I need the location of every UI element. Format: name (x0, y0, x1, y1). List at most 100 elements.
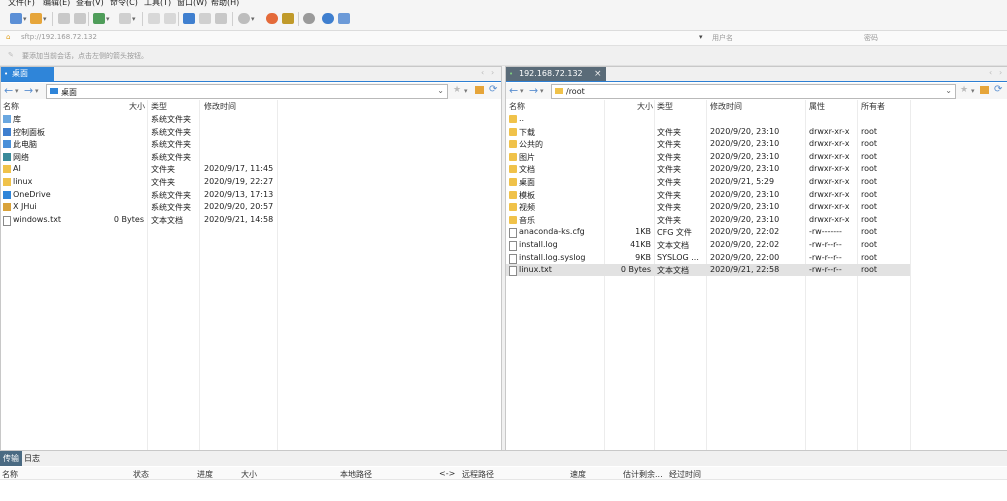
col-modified[interactable]: 修改时间 (204, 101, 236, 112)
list-item[interactable]: 下载 文件夹 2020/9/20, 23:10 drwxr-xr-x root (506, 126, 910, 138)
transfer-icon[interactable] (183, 13, 195, 24)
col-attributes[interactable]: 属性 (809, 101, 825, 112)
tab-remote-host[interactable]: • 192.168.72.132 × (506, 67, 606, 81)
menu-command[interactable]: 命令(C) (110, 0, 138, 8)
refresh-icon[interactable]: ⟳ (489, 84, 497, 95)
col-type[interactable]: 类型 (151, 101, 167, 112)
script-icon[interactable] (266, 13, 278, 24)
chevron-down-icon[interactable]: ▾ (520, 87, 524, 95)
document-icon[interactable] (148, 13, 160, 24)
document-icon[interactable] (164, 13, 176, 24)
tab-log[interactable]: 日志 (24, 451, 40, 466)
gear-icon[interactable] (303, 13, 315, 24)
record-icon[interactable] (238, 13, 250, 24)
col-name[interactable]: 名称 (2, 469, 18, 480)
open-folder-icon[interactable] (30, 13, 42, 24)
forward-icon[interactable]: → (529, 84, 538, 97)
col-status[interactable]: 状态 (133, 469, 149, 480)
list-item[interactable]: 模板 文件夹 2020/9/20, 23:10 drwxr-xr-x root (506, 189, 910, 201)
list-item[interactable]: 控制面板 系统文件夹 (1, 126, 501, 138)
list-item[interactable]: 库 系统文件夹 (1, 113, 501, 125)
tab-local-desktop[interactable]: • 桌面 (1, 67, 54, 81)
chevron-down-icon[interactable]: ▾ (132, 15, 136, 23)
chevron-down-icon[interactable]: ▾ (35, 87, 39, 95)
col-local-path[interactable]: 本地路径 (340, 469, 372, 480)
bookmark-icon[interactable]: ⌂ (6, 33, 10, 41)
tab-transfers[interactable]: 传输 (0, 451, 22, 466)
menu-file[interactable]: 文件(F) (8, 0, 35, 8)
list-item[interactable]: 此电脑 系统文件夹 (1, 138, 501, 150)
list-item[interactable]: .. (506, 113, 910, 125)
col-name[interactable]: 名称 (509, 101, 525, 112)
chat-icon[interactable] (338, 13, 350, 24)
chevron-down-icon[interactable]: ⌄ (437, 86, 444, 95)
folder-up-icon[interactable] (475, 86, 484, 94)
col-speed[interactable]: 速度 (570, 469, 586, 480)
col-elapsed[interactable]: 经过时间 (669, 469, 701, 480)
host-input[interactable]: sftp://192.168.72.132 (21, 33, 97, 41)
tab-scroll-left-icon[interactable]: ‹ (989, 68, 992, 77)
chevron-down-icon[interactable]: ▾ (43, 15, 47, 23)
local-path-field[interactable]: 桌面 ⌄ (46, 84, 448, 99)
back-icon[interactable]: ← (509, 84, 518, 97)
list-item[interactable]: 视频 文件夹 2020/9/20, 23:10 drwxr-xr-x root (506, 201, 910, 213)
refresh-icon[interactable]: ⟳ (994, 84, 1002, 95)
col-size[interactable]: 大小 (637, 101, 653, 112)
new-session-icon[interactable] (10, 13, 22, 24)
help-icon[interactable] (322, 13, 334, 24)
menu-edit[interactable]: 编辑(E) (43, 0, 70, 8)
tab-scroll-right-icon[interactable]: › (491, 68, 494, 77)
col-owner[interactable]: 所有者 (861, 101, 885, 112)
menu-window[interactable]: 窗口(W) (177, 0, 207, 8)
copy-icon[interactable] (58, 13, 70, 24)
close-icon[interactable]: × (594, 67, 602, 81)
col-name[interactable]: 名称 (3, 101, 19, 112)
list-item[interactable]: AI 文件夹 2020/9/17, 11:45 (1, 163, 501, 175)
tab-scroll-left-icon[interactable]: ‹ (481, 68, 484, 77)
col-direction[interactable]: <-> (439, 469, 455, 478)
remote-path-field[interactable]: /root ⌄ (551, 84, 956, 99)
col-type[interactable]: 类型 (657, 101, 673, 112)
folder-up-icon[interactable] (980, 86, 989, 94)
list-item[interactable]: 文档 文件夹 2020/9/20, 23:10 drwxr-xr-x root (506, 163, 910, 175)
list-item[interactable]: linux 文件夹 2020/9/19, 22:27 (1, 176, 501, 188)
username-input[interactable]: 用户名 (712, 33, 733, 43)
window-icon[interactable] (119, 13, 131, 24)
back-icon[interactable]: ← (4, 84, 13, 97)
star-icon[interactable]: ★ (453, 85, 461, 95)
col-size[interactable]: 大小 (241, 469, 257, 480)
chevron-down-icon[interactable]: ▾ (106, 15, 110, 23)
col-remote-path[interactable]: 远程路径 (462, 469, 494, 480)
menu-tools[interactable]: 工具(T) (144, 0, 171, 8)
list-item[interactable]: 音乐 文件夹 2020/9/20, 23:10 drwxr-xr-x root (506, 214, 910, 226)
chevron-down-icon[interactable]: ▾ (540, 87, 544, 95)
star-icon[interactable]: ★ (960, 85, 968, 95)
col-size[interactable]: 大小 (129, 101, 145, 112)
col-progress[interactable]: 进度 (197, 469, 213, 480)
chevron-down-icon[interactable]: ▾ (971, 87, 975, 95)
chevron-down-icon[interactable]: ▾ (15, 87, 19, 95)
list-item[interactable]: X JHui 系统文件夹 2020/9/20, 20:57 (1, 201, 501, 213)
list-item[interactable]: install.log 41KB 文本文档 2020/9/20, 22:02 -rw-r… (506, 239, 910, 251)
password-input[interactable]: 密码 (864, 33, 878, 43)
terminal-icon[interactable] (93, 13, 105, 24)
list-item[interactable]: linux.txt 0 Bytes 文本文档 2020/9/21, 22:58 -rw-… (506, 264, 910, 277)
col-eta[interactable]: 估计剩余... (623, 469, 663, 480)
host-dropdown-icon[interactable]: ▾ (699, 33, 703, 41)
list-item[interactable]: 公共的 文件夹 2020/9/20, 23:10 drwxr-xr-x root (506, 138, 910, 150)
menu-help[interactable]: 帮助(H) (211, 0, 239, 8)
list-item[interactable]: install.log.syslog 9KB SYSLOG ... 2020/9/20… (506, 252, 910, 264)
list-item[interactable]: windows.txt 0 Bytes 文本文档 2020/9/21, 14:58 (1, 214, 501, 226)
list-item[interactable]: 网络 系统文件夹 (1, 151, 501, 163)
col-modified[interactable]: 修改时间 (710, 101, 742, 112)
list-item[interactable]: 图片 文件夹 2020/9/20, 23:10 drwxr-xr-x root (506, 151, 910, 163)
list-item[interactable]: 桌面 文件夹 2020/9/21, 5:29 drwxr-xr-x root (506, 176, 910, 188)
grid-icon[interactable] (199, 13, 211, 24)
sync-icon[interactable] (215, 13, 227, 24)
tab-scroll-right-icon[interactable]: › (999, 68, 1002, 77)
chevron-down-icon[interactable]: ▾ (251, 15, 255, 23)
paste-icon[interactable] (74, 13, 86, 24)
list-item[interactable]: OneDrive 系统文件夹 2020/9/13, 17:13 (1, 189, 501, 201)
menu-view[interactable]: 查看(V) (76, 0, 104, 8)
chevron-down-icon[interactable]: ▾ (23, 15, 27, 23)
